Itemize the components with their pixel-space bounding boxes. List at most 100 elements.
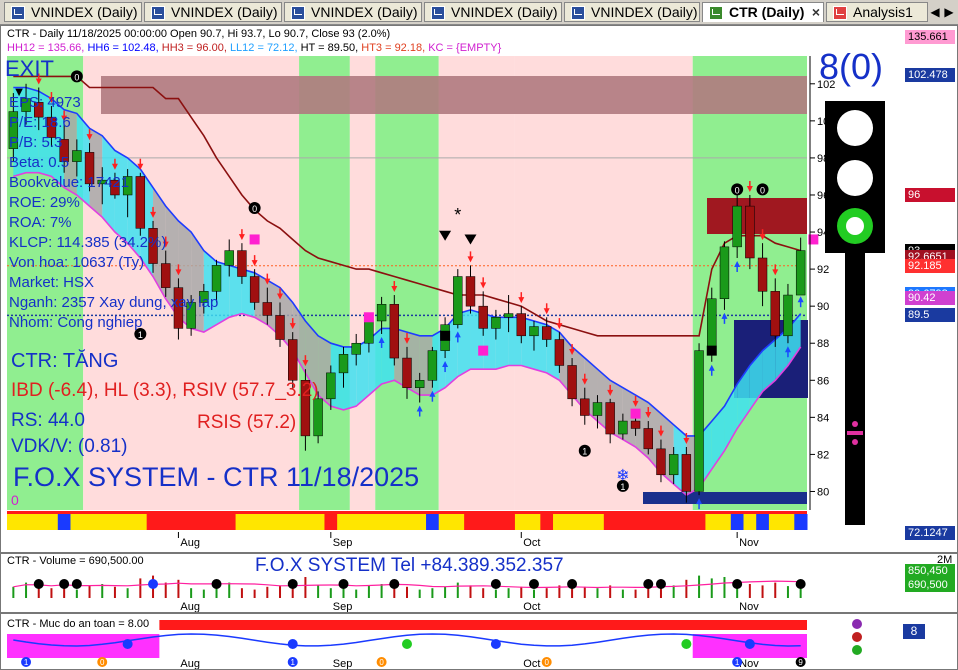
volume-bar [596,588,599,598]
tab-vnindex-5[interactable]: VNINDEX (Daily) [564,2,700,22]
trend-strip-cell [70,514,84,530]
safety-panel[interactable]: Aug Sep Oct Nov 1 0 1 0 0 1 9 CTR - Muc do an toan… [0,613,958,670]
candle-body [630,420,641,429]
volume-bar [723,577,726,598]
tab-vnindex-4[interactable]: VNINDEX (Daily) [424,2,562,22]
y-tick-label: 86 [817,375,829,387]
trend-strip-cell [337,514,351,530]
scroll-left-button[interactable]: ◀ [928,4,942,20]
trend-strip-cell [438,514,452,530]
trend-strip-cell [172,514,186,530]
trend-strip-cell [540,514,554,530]
volume-tag-ma: 850,450 [905,564,955,578]
nhom-info: Nhom: Cong nghiep [9,314,143,331]
close-icon[interactable]: × [812,3,820,21]
trend-strip-cell [794,514,808,530]
safety-top-band [159,620,807,630]
pole-dot [852,421,858,427]
kc-value: KC = {EMPTY} [428,42,502,54]
candle-body [516,313,526,337]
magenta-square [249,234,260,245]
x-month-label: Sep [333,537,353,549]
legend-dot-purple [852,619,862,629]
beta-info: Beta: 0.5 [9,154,70,171]
ht3-value: HT3 = 92.18, [361,42,426,54]
volume-bar [786,586,789,598]
candle-body [427,350,438,381]
tab-vnindex-2[interactable]: VNINDEX (Daily) [144,2,282,22]
price-tag: 96 [905,187,955,202]
star-icon: * [454,205,461,225]
signal-circle-label: 1 [138,330,143,340]
tab-ctr[interactable]: CTR (Daily) × [702,2,824,22]
trend-strip-cell [210,514,224,530]
volume-dot [59,579,70,589]
traffic-light-middle [837,160,873,196]
klcp-info: KLCP: 114.385 (34.2%) [9,234,167,251]
trend-strip-cell [324,514,338,530]
candle-body [592,402,603,416]
volume-dot [389,579,400,589]
volume-bar [329,588,332,598]
legend-dot-red [852,632,862,642]
volume-panel[interactable]: Aug Sep Oct Nov CTR - Volume = 690,500.00 F… [0,553,958,613]
trend-strip-cell [426,514,440,530]
volume-bar [583,586,586,598]
candle-body [795,250,806,296]
market-info: Market: HSX [9,274,95,291]
x-month-label: Oct [523,537,540,549]
safety-x-label: Oct [523,658,540,670]
trend-strip-cell [311,514,325,530]
candle-body [453,276,463,325]
volume-bar [761,585,764,598]
rs-info: RS: 44.0 [11,410,85,431]
volume-bar [672,585,675,598]
safety-dot [490,639,501,649]
candle-body [262,302,273,316]
traffic-light-bottom-inner [846,217,864,235]
tab-analysis1[interactable]: Analysis1 [826,2,928,22]
tab-label: CTR (Daily) [729,4,805,20]
volume-dot [643,579,654,589]
candle-body [351,342,361,355]
volume-bar [380,584,383,598]
volume-dot [567,579,578,589]
tab-vnindex-3[interactable]: VNINDEX (Daily) [284,2,422,22]
volume-bar [304,577,307,598]
tab-vnindex-1[interactable]: VNINDEX (Daily) [4,2,142,22]
signal-circle-label: 0 [735,185,740,195]
trend-strip-cell [57,514,71,530]
tab-bar: VNINDEX (Daily) VNINDEX (Daily) VNINDEX … [0,0,958,25]
volume-bar [113,586,116,598]
safety-header: CTR - Muc do an toan = 8.00 [7,618,150,630]
exit-label: EXIT [5,56,54,81]
candle-body [237,250,247,277]
scroll-right-button[interactable]: ▶ [942,4,956,20]
volume-dot [211,579,222,589]
watermark: F.O.X SYSTEM - CTR 11/18/2025 [13,462,420,492]
volume-bar [456,582,459,598]
trend-strip-cell [476,514,491,530]
hh6-value: HH6 = 102.48, [87,42,159,54]
volume-bar [748,584,751,598]
status-label: CTR: TĂNG [11,350,119,372]
safety-x-label: Sep [333,658,353,670]
trend-strip-cell [730,514,745,530]
trend-strip-cell [629,514,643,530]
volume-bar [621,589,624,598]
volume-dot [148,579,159,589]
safety-marker-label: 1 [24,658,29,667]
trend-strip-cell [743,514,757,530]
volume-bar [75,589,78,598]
trend-strip-cell [768,514,783,530]
pe-info: P/E: 18.6 [9,114,71,131]
volume-bar [507,588,510,598]
price-tag: 92.185 [905,258,955,273]
safety-tag: 8 [903,624,925,639]
volume-bar [228,582,231,598]
candle-body [503,313,514,318]
price-panel[interactable]: 0000111❄*▼ 80828486889092949698100102 Au… [0,25,958,553]
indicator-header: HH12 = 135.66, HH6 = 102.48, HH3 = 96.00… [7,42,501,54]
tab-label: VNINDEX (Daily) [591,4,698,20]
signal-circle-label: 0 [760,185,765,195]
